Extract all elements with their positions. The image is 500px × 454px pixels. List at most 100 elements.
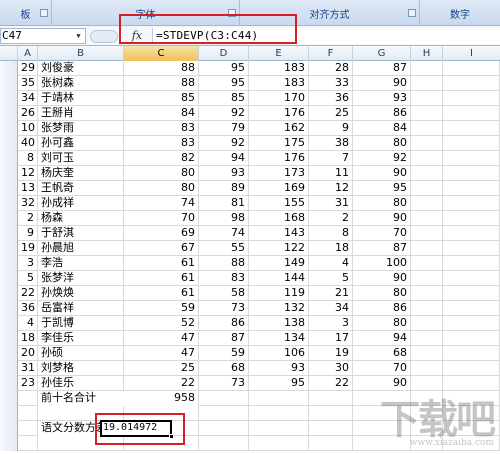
cell-d[interactable]: 81 (199, 196, 249, 211)
cell-a[interactable] (18, 436, 38, 451)
cell-c[interactable]: 22 (124, 376, 199, 391)
cell-f[interactable]: 12 (309, 181, 353, 196)
cell-a[interactable]: 5 (18, 271, 38, 286)
cell-f[interactable] (309, 391, 353, 406)
cell-a[interactable]: 36 (18, 301, 38, 316)
cell-c[interactable]: 47 (124, 346, 199, 361)
cell-c[interactable] (124, 406, 199, 421)
row-header[interactable] (0, 166, 18, 181)
cell-f[interactable]: 11 (309, 166, 353, 181)
cell-f[interactable]: 19 (309, 346, 353, 361)
cell-e[interactable]: 176 (249, 151, 309, 166)
cell-a[interactable]: 35 (18, 76, 38, 91)
cell-b[interactable]: 刘梦格 (38, 361, 124, 376)
cell-a[interactable]: 19 (18, 241, 38, 256)
cell-d[interactable] (199, 421, 249, 436)
cell-f[interactable]: 18 (309, 241, 353, 256)
cell-b[interactable]: 于靖林 (38, 91, 124, 106)
cell-b[interactable]: 杨庆奎 (38, 166, 124, 181)
cell-d[interactable]: 59 (199, 346, 249, 361)
cell-d[interactable]: 79 (199, 121, 249, 136)
formula-bar-splitter[interactable] (90, 30, 118, 43)
row-header[interactable] (0, 421, 18, 436)
cell-c[interactable]: 61 (124, 286, 199, 301)
cell-c[interactable]: 59 (124, 301, 199, 316)
column-header-b[interactable]: B (38, 46, 124, 61)
cell-b[interactable]: 岳富祥 (38, 301, 124, 316)
cell-h[interactable] (411, 181, 443, 196)
cell-e[interactable]: 162 (249, 121, 309, 136)
cell-i[interactable] (443, 331, 500, 346)
cell-c[interactable]: 74 (124, 196, 199, 211)
column-header-h[interactable]: H (411, 46, 443, 61)
cell-d[interactable]: 92 (199, 106, 249, 121)
cell-b[interactable] (38, 436, 124, 451)
cell-d[interactable]: 58 (199, 286, 249, 301)
cell-d[interactable]: 93 (199, 166, 249, 181)
cell-c[interactable] (124, 436, 199, 451)
cell-e[interactable]: 144 (249, 271, 309, 286)
cell-a[interactable]: 40 (18, 136, 38, 151)
cell-a[interactable]: 31 (18, 361, 38, 376)
cell-d[interactable]: 87 (199, 331, 249, 346)
cell-e[interactable]: 176 (249, 106, 309, 121)
cell-g[interactable]: 80 (353, 316, 411, 331)
cell-d[interactable]: 73 (199, 376, 249, 391)
cell-a[interactable]: 34 (18, 91, 38, 106)
cell-b[interactable]: 孙可鑫 (38, 136, 124, 151)
cell-g[interactable]: 87 (353, 241, 411, 256)
cell-f[interactable]: 31 (309, 196, 353, 211)
cell-b[interactable]: 孙成祥 (38, 196, 124, 211)
row-header[interactable] (0, 271, 18, 286)
cell-a[interactable]: 10 (18, 121, 38, 136)
cell-c[interactable]: 67 (124, 241, 199, 256)
cell-a[interactable]: 26 (18, 106, 38, 121)
cell-f[interactable]: 3 (309, 316, 353, 331)
cell-b[interactable]: 王掰肖 (38, 106, 124, 121)
cell-f[interactable]: 38 (309, 136, 353, 151)
cell-i[interactable] (443, 376, 500, 391)
cell-a[interactable]: 13 (18, 181, 38, 196)
cell-d[interactable]: 86 (199, 316, 249, 331)
cell-f[interactable]: 30 (309, 361, 353, 376)
cell-h[interactable] (411, 256, 443, 271)
cell-e[interactable]: 143 (249, 226, 309, 241)
cell-e[interactable]: 93 (249, 361, 309, 376)
cell-e[interactable]: 122 (249, 241, 309, 256)
cell-g[interactable]: 95 (353, 181, 411, 196)
cell-d[interactable]: 83 (199, 271, 249, 286)
column-header-i[interactable]: I (443, 46, 500, 61)
row-header[interactable] (0, 406, 18, 421)
cell-d[interactable]: 85 (199, 91, 249, 106)
cell-a[interactable]: 9 (18, 226, 38, 241)
cell-b[interactable]: 孙硕 (38, 346, 124, 361)
cell-g[interactable]: 87 (353, 61, 411, 76)
cell-f[interactable]: 22 (309, 376, 353, 391)
cell-f[interactable]: 8 (309, 226, 353, 241)
cell-c[interactable]: 85 (124, 91, 199, 106)
cell-i[interactable] (443, 301, 500, 316)
cell-e[interactable]: 119 (249, 286, 309, 301)
cell-f[interactable]: 7 (309, 151, 353, 166)
cell-h[interactable] (411, 121, 443, 136)
cell-i[interactable] (443, 106, 500, 121)
dialog-launcher-icon[interactable] (40, 9, 48, 17)
cell-h[interactable] (411, 61, 443, 76)
cell-a[interactable]: 12 (18, 166, 38, 181)
cell-h[interactable] (411, 286, 443, 301)
row-header[interactable] (0, 346, 18, 361)
cell-e[interactable]: 106 (249, 346, 309, 361)
cell-b[interactable]: 刘可玉 (38, 151, 124, 166)
fill-handle[interactable] (169, 434, 174, 439)
cell-d[interactable]: 98 (199, 211, 249, 226)
cell-e[interactable] (249, 421, 309, 436)
cell-g[interactable]: 90 (353, 166, 411, 181)
cell-e[interactable]: 175 (249, 136, 309, 151)
cell-h[interactable] (411, 376, 443, 391)
cell-h[interactable] (411, 211, 443, 226)
cell-h[interactable] (411, 196, 443, 211)
cell-d[interactable]: 95 (199, 76, 249, 91)
row-header[interactable] (0, 76, 18, 91)
cell-i[interactable] (443, 121, 500, 136)
cell-i[interactable] (443, 166, 500, 181)
